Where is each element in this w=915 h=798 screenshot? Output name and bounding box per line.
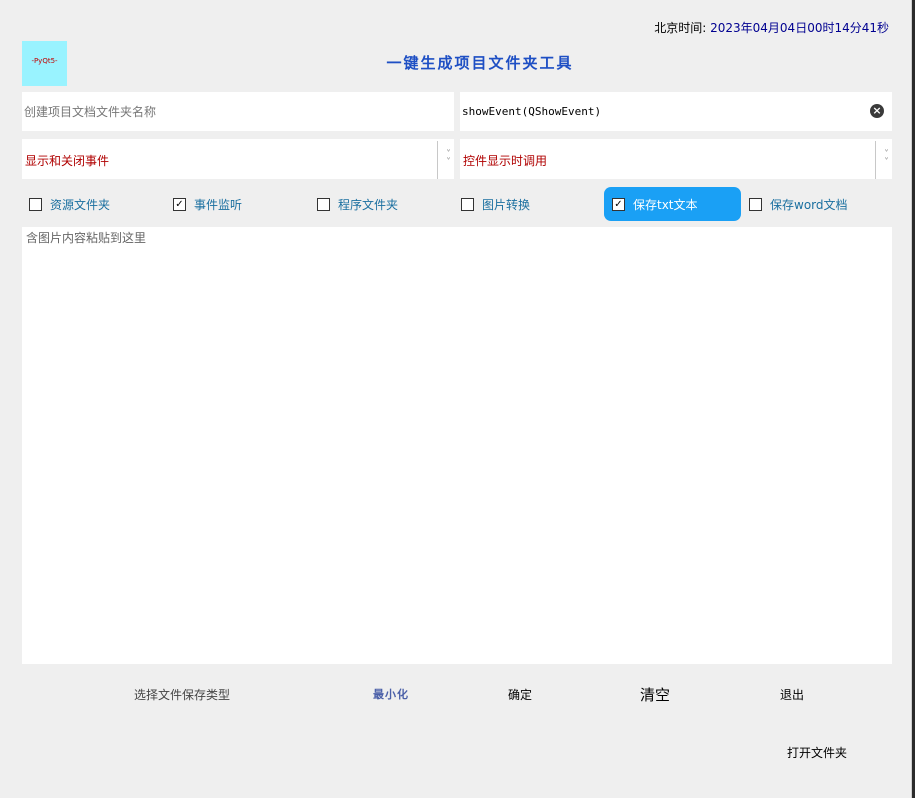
save-type-label: 选择文件保存类型 [134,688,231,702]
app-logo: -PyQt5- [22,41,67,86]
checkbox-box[interactable]: ✓ [612,197,625,211]
paste-area[interactable] [22,227,892,664]
checkbox-resource-folder[interactable]: 资源文件夹 [29,187,110,221]
checkbox-label: 事件监听 [194,197,243,212]
exit-button[interactable]: 退出 [780,686,804,703]
confirm-button[interactable]: 确定 [508,686,532,703]
clock-value: 2023年04月04日00时14分41秒 [710,21,889,35]
logo-text: -PyQt5- [31,57,58,65]
checkbox-image-convert[interactable]: 图片转换 [461,187,530,221]
checkbox-box[interactable]: ✓ [173,197,186,211]
paste-textarea[interactable] [22,227,892,664]
checkbox-event-listener[interactable]: ✓ 事件监听 [173,187,242,221]
clear-button[interactable]: 清空 [640,684,670,705]
event-description-select[interactable]: 控件显示时调用 ˅ ˅ [460,139,892,179]
checkbox-box[interactable] [461,197,474,211]
main-window: 北京时间: 2023年04月04日00时14分41秒 -PyQt5- 一键生成项… [0,0,912,798]
checkbox-save-txt[interactable]: ✓ 保存txt文本 [604,187,741,221]
checkbox-label: 保存txt文本 [633,197,698,212]
clock-label: 北京时间: [654,21,707,35]
checkbox-label: 资源文件夹 [50,197,111,212]
combo-divider [437,141,438,179]
page-title: 一键生成项目文件夹工具 [386,54,574,72]
minimize-button[interactable]: 最小化 [373,686,409,702]
folder-name-field[interactable] [22,92,454,131]
clock: 北京时间: 2023年04月04日00时14分41秒 [654,19,889,36]
clear-input-icon[interactable]: × [870,104,884,118]
checkbox-box[interactable] [29,197,42,211]
event-description-value: 控件显示时调用 [463,154,548,168]
folder-name-input[interactable] [22,92,454,131]
checkbox-box[interactable] [317,197,330,211]
checkbox-label: 保存word文档 [770,197,848,212]
combo-divider [875,141,876,179]
event-field[interactable]: × [460,92,892,131]
checkbox-program-folder[interactable]: 程序文件夹 [317,187,398,221]
event-input[interactable] [460,92,892,131]
checkbox-save-word[interactable]: 保存word文档 [749,187,848,221]
checkbox-label: 图片转换 [482,197,531,212]
open-folder-button[interactable]: 打开文件夹 [787,744,847,761]
event-category-value: 显示和关闭事件 [25,154,110,168]
event-category-select[interactable]: 显示和关闭事件 ˅ ˅ [22,139,454,179]
checkbox-box[interactable] [749,197,762,211]
chevron-down-icon[interactable]: ˅ ˅ [884,150,889,168]
chevron-down-icon[interactable]: ˅ ˅ [446,150,451,168]
checkbox-label: 程序文件夹 [338,197,399,212]
